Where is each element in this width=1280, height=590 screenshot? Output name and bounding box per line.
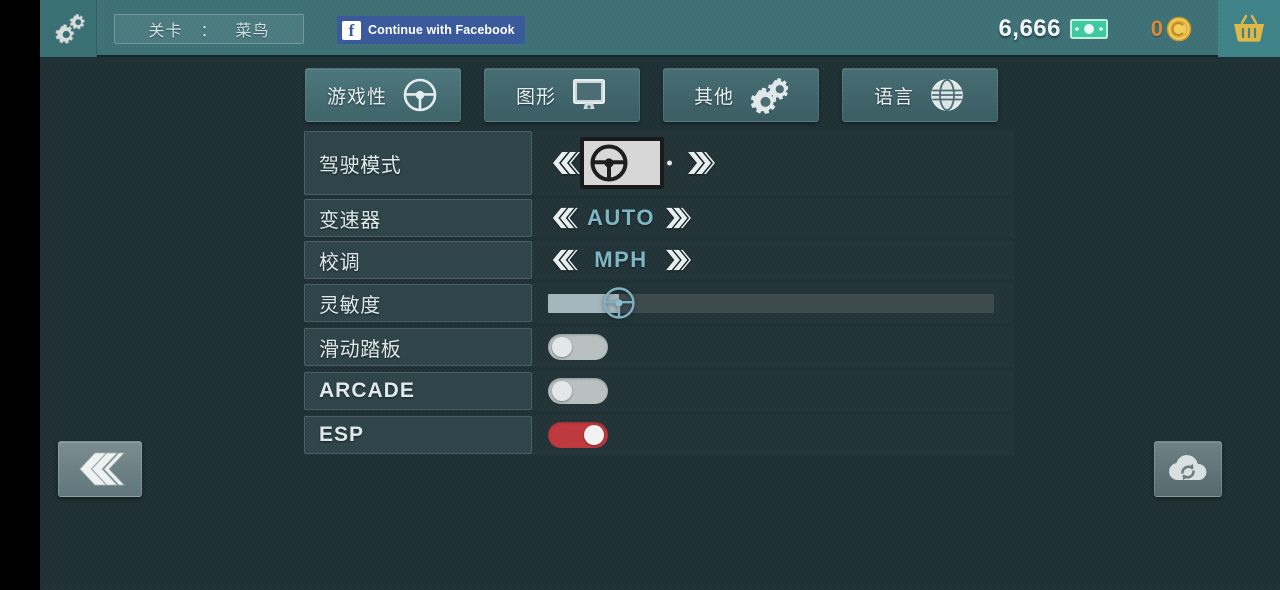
gears-icon bbox=[750, 78, 788, 114]
calibration-control: MPH bbox=[532, 247, 694, 273]
driving-mode-indicator-dot bbox=[667, 160, 672, 166]
setting-label-sensitivity: 灵敏度 bbox=[304, 284, 532, 322]
driving-mode-control bbox=[532, 137, 718, 189]
back-button[interactable] bbox=[58, 441, 142, 497]
level-separator: ： bbox=[200, 23, 218, 40]
setting-label-arcade: ARCADE bbox=[304, 372, 532, 410]
continue-with-facebook-button[interactable]: f Continue with Facebook bbox=[337, 16, 525, 44]
tab-graphics-label: 图形 bbox=[515, 86, 556, 108]
chevron-triple-left-icon bbox=[79, 452, 125, 486]
sensitivity-slider-knob[interactable] bbox=[600, 284, 638, 322]
chevron-triple-left-icon[interactable] bbox=[548, 150, 580, 176]
setting-label-transmission: 变速器 bbox=[304, 199, 532, 237]
calibration-value: MPH bbox=[594, 247, 648, 272]
steering-wheel-icon bbox=[590, 144, 628, 182]
facebook-icon: f bbox=[342, 20, 361, 40]
tab-language-label: 语言 bbox=[873, 86, 914, 108]
top-bar: 关卡 ： 菜鸟 f Continue with Facebook 6,666 0 bbox=[40, 0, 1280, 57]
tab-other[interactable]: 其他 bbox=[663, 68, 819, 122]
setting-row-transmission: 变速器 AUTO bbox=[304, 199, 1014, 237]
arcade-toggle[interactable] bbox=[548, 378, 608, 404]
tab-graphics[interactable]: 图形 bbox=[484, 68, 640, 122]
toggle-knob bbox=[584, 425, 604, 445]
level-label: 关卡 bbox=[148, 23, 183, 40]
game-settings-screen: 关卡 ： 菜鸟 f Continue with Facebook 6,666 0 bbox=[0, 0, 1280, 590]
letterbox-left-edge bbox=[0, 0, 40, 590]
sensitivity-control bbox=[532, 287, 994, 319]
settings-tabs: 游戏性 图形 其他 语言 bbox=[305, 68, 998, 122]
settings-button[interactable] bbox=[40, 0, 97, 57]
tab-gameplay[interactable]: 游戏性 bbox=[305, 68, 461, 122]
esp-toggle[interactable] bbox=[548, 422, 608, 448]
setting-row-slide-pedal: 滑动踏板 bbox=[304, 327, 1014, 367]
setting-row-esp: ESP bbox=[304, 415, 1014, 455]
chevron-triple-right-icon[interactable] bbox=[686, 150, 718, 176]
facebook-button-label: Continue with Facebook bbox=[368, 23, 515, 37]
level-display: 关卡 ： 菜鸟 bbox=[114, 14, 304, 44]
tab-gameplay-label: 游戏性 bbox=[326, 86, 387, 108]
money-value: 6,666 bbox=[998, 14, 1061, 42]
coin-value: 0 bbox=[1150, 15, 1163, 41]
slide-pedal-toggle[interactable] bbox=[548, 334, 608, 360]
toggle-knob bbox=[552, 381, 572, 401]
settings-list: 驾驶模式 变速器 AUTO 校调 MPH 灵敏度 滑动踏板 ARCADE ESP bbox=[304, 131, 1014, 459]
arcade-control bbox=[532, 378, 608, 404]
gears-icon bbox=[55, 13, 85, 44]
shopping-basket-icon bbox=[1234, 14, 1264, 42]
cloud-sync-icon bbox=[1169, 455, 1207, 481]
globe-icon bbox=[931, 79, 963, 111]
setting-row-driving-mode: 驾驶模式 bbox=[304, 131, 1014, 195]
money-counter: 6,666 bbox=[998, 0, 1108, 57]
setting-label-driving-mode: 驾驶模式 bbox=[304, 131, 532, 195]
chevron-triple-left-icon[interactable] bbox=[548, 206, 578, 230]
setting-label-esp: ESP bbox=[304, 416, 532, 454]
cloud-sync-button[interactable] bbox=[1154, 441, 1222, 497]
setting-label-slide-pedal: 滑动踏板 bbox=[304, 328, 532, 366]
chevron-triple-right-icon[interactable] bbox=[664, 248, 694, 272]
transmission-control: AUTO bbox=[532, 205, 694, 231]
setting-label-calibration: 校调 bbox=[304, 241, 532, 279]
steering-wheel-icon bbox=[403, 78, 437, 112]
tab-other-label: 其他 bbox=[693, 86, 734, 108]
slide-pedal-control bbox=[532, 334, 608, 360]
chevron-triple-left-icon[interactable] bbox=[548, 248, 578, 272]
tab-language[interactable]: 语言 bbox=[842, 68, 998, 122]
esp-control bbox=[532, 422, 608, 448]
sensitivity-slider[interactable] bbox=[548, 287, 994, 319]
setting-row-sensitivity: 灵敏度 bbox=[304, 283, 1014, 323]
driving-mode-preview[interactable] bbox=[580, 137, 672, 189]
setting-row-calibration: 校调 MPH bbox=[304, 241, 1014, 279]
monitor-icon bbox=[573, 79, 605, 109]
transmission-value: AUTO bbox=[587, 205, 655, 230]
coin-counter: 0 bbox=[1151, 0, 1194, 57]
shop-button[interactable] bbox=[1218, 0, 1280, 57]
toggle-knob bbox=[552, 337, 572, 357]
chevron-triple-right-icon[interactable] bbox=[664, 206, 694, 230]
gold-coin-icon bbox=[1166, 16, 1192, 41]
banknote-icon bbox=[1070, 18, 1108, 39]
level-value: 菜鸟 bbox=[235, 23, 270, 40]
setting-row-arcade: ARCADE bbox=[304, 371, 1014, 411]
